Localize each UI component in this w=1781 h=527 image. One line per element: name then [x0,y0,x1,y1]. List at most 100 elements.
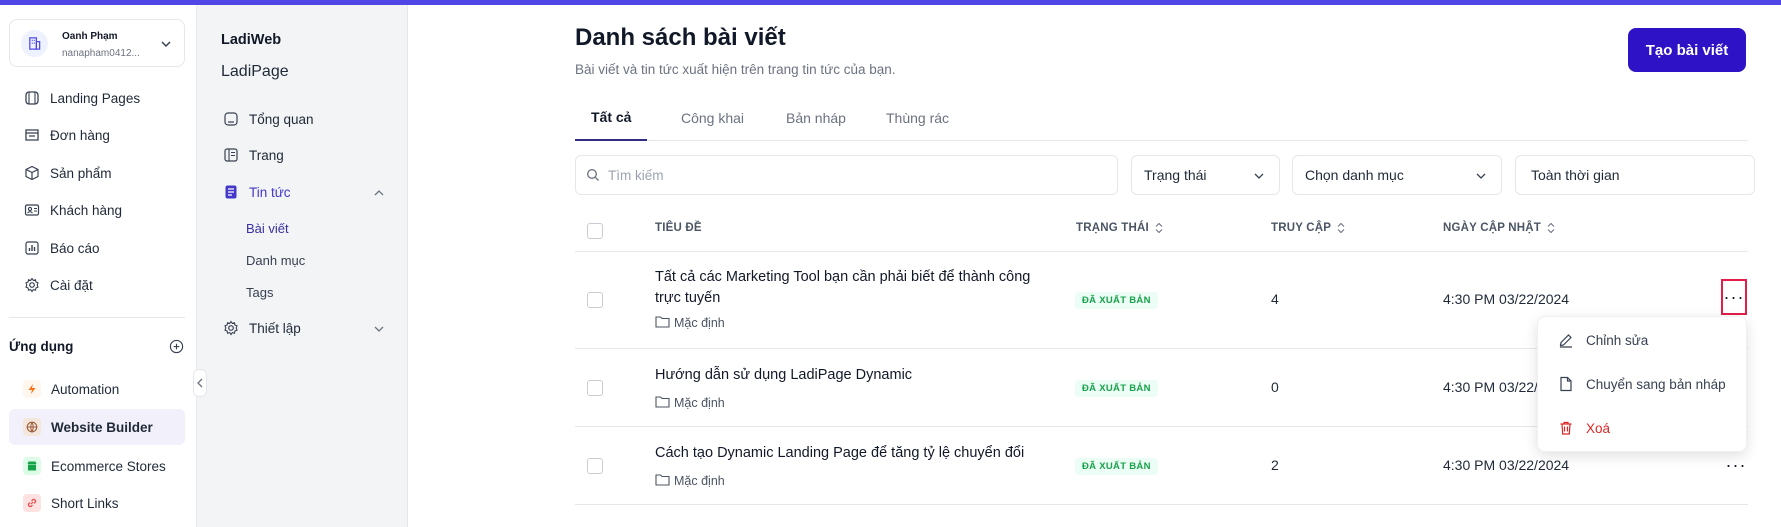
chevron-down-icon [1475,169,1487,185]
account-email: nanapham0412... [62,48,140,59]
nav-orders[interactable]: Đơn hàng [22,124,110,146]
sub-item-news[interactable]: Tin tức [221,181,291,203]
sub-item-settings[interactable]: Thiết lập [221,317,301,339]
menu-delete[interactable]: Xoá [1556,416,1610,440]
nav-label: Landing Pages [50,90,141,106]
site-name: LadiPage [221,63,289,80]
menu-edit[interactable]: Chỉnh sửa [1556,328,1648,352]
tab-public[interactable]: Công khai [665,95,760,141]
post-category: Mặc định [655,395,725,411]
status-badge: ĐÃ XUẤT BẢN [1075,292,1158,309]
column-visits[interactable]: TRUY CẬP [1271,222,1345,234]
tab-trash[interactable]: Thùng rác [870,95,965,141]
menu-item-label: Chỉnh sửa [1586,332,1649,348]
sub-child-categories[interactable]: Danh mục [246,253,305,268]
post-category-label: Mặc định [674,316,725,330]
apps-title: Ứng dụng [9,339,74,354]
add-app-icon[interactable] [169,339,184,359]
menu-item-label: Xoá [1586,420,1611,436]
sub-child-posts[interactable]: Bài viết [246,221,289,236]
app-short-links[interactable]: Short Links [9,485,185,521]
nav-customers[interactable]: Khách hàng [22,199,122,221]
post-category: Mặc định [655,473,725,489]
select-all-checkbox[interactable] [587,223,603,239]
search-box[interactable] [575,155,1118,195]
store-icon [23,457,41,475]
menu-move-to-draft[interactable]: Chuyển sang bản nháp [1556,372,1726,396]
app-automation[interactable]: Automation [9,371,185,407]
app-website-builder[interactable]: Website Builder [9,409,185,445]
news-icon [221,182,241,202]
nav-label: Đơn hàng [50,127,110,143]
pencil-icon [1556,330,1576,350]
nav-label: Báo cáo [50,240,100,256]
draft-icon [1556,374,1576,394]
chevron-up-icon[interactable] [373,186,385,204]
main-sidebar: Oanh Phạm nanapham0412... Landing Pages … [0,5,197,527]
app-ecommerce-stores[interactable]: Ecommerce Stores [9,448,185,484]
folder-icon [655,315,670,331]
sub-child-tags[interactable]: Tags [246,285,273,300]
gear-icon [221,318,241,338]
account-switcher[interactable]: Oanh Phạm nanapham0412... [9,19,185,67]
search-icon [587,169,599,181]
nav-landing-pages[interactable]: Landing Pages [22,87,140,109]
time-filter-value: Toàn thời gian [1531,167,1620,183]
row-actions-menu: Chỉnh sửa Chuyển sang bản nháp Xoá [1537,316,1747,452]
status-filter-value: Trạng thái [1144,167,1207,183]
sub-item-label: Tin tức [249,184,291,200]
tab-all[interactable]: Tất cả [575,95,648,141]
pages-icon [221,145,241,165]
landing-pages-icon [22,88,42,108]
column-status[interactable]: TRẠNG THÁI [1076,222,1163,234]
nav-label: Cài đặt [50,277,93,293]
post-title[interactable]: Hướng dẫn sử dụng LadiPage Dynamic [655,365,1055,386]
chevron-left-icon [197,378,203,388]
sub-item-overview[interactable]: Tổng quan [221,108,314,130]
more-icon: ··· [1723,286,1745,307]
column-status-label: TRẠNG THÁI [1076,222,1149,234]
visit-count: 0 [1271,379,1279,395]
product-brand: LadiWeb [221,32,282,48]
nav-settings[interactable]: Cài đặt [22,274,93,296]
row-actions-button[interactable]: ··· [1723,452,1749,478]
status-badge: ĐÃ XUẤT BẢN [1075,458,1158,475]
account-name: Oanh Phạm [62,31,118,42]
chevron-down-icon [1253,169,1265,185]
sort-icon [1155,222,1163,234]
post-title[interactable]: Tất cả các Marketing Tool bạn cần phải b… [655,267,1055,309]
column-title: TIÊU ĐỀ [655,222,702,234]
search-input[interactable] [608,167,1088,183]
gear-icon [22,275,42,295]
create-post-button[interactable]: Tạo bài viết [1628,28,1746,72]
lightning-icon [23,380,41,398]
nav-reports[interactable]: Báo cáo [22,237,100,259]
visit-count: 4 [1271,291,1279,307]
chevron-down-icon[interactable] [373,322,385,340]
time-filter[interactable]: Toàn thời gian [1515,155,1755,195]
folder-icon [655,395,670,411]
category-filter[interactable]: Chọn danh mục [1292,155,1502,195]
column-updated-label: NGÀY CẬP NHẬT [1443,222,1542,234]
row-checkbox[interactable] [587,380,603,396]
updated-date: 4:30 PM 03/22/2024 [1443,457,1570,473]
sidebar-divider [9,317,185,318]
row-actions-button[interactable]: ··· [1721,279,1747,315]
nav-label: Sản phẩm [50,165,112,181]
post-category: Mặc định [655,315,725,331]
row-checkbox[interactable] [587,292,603,308]
app-label: Ecommerce Stores [51,458,166,474]
status-filter[interactable]: Trạng thái [1131,155,1280,195]
tab-drafts[interactable]: Bản nháp [770,95,862,141]
visit-count: 2 [1271,457,1279,473]
sub-item-label: Tổng quan [249,111,314,127]
sort-icon [1337,222,1345,234]
nav-products[interactable]: Sản phẩm [22,162,112,184]
page-title: Danh sách bài viết [575,24,786,51]
row-checkbox[interactable] [587,458,603,474]
sub-item-pages[interactable]: Trang [221,144,284,166]
app-label: Automation [51,381,120,397]
collapse-sidebar-button[interactable] [193,369,207,397]
post-title[interactable]: Cách tạo Dynamic Landing Page để tăng tỷ… [655,443,1055,464]
column-updated[interactable]: NGÀY CẬP NHẬT [1443,222,1555,234]
